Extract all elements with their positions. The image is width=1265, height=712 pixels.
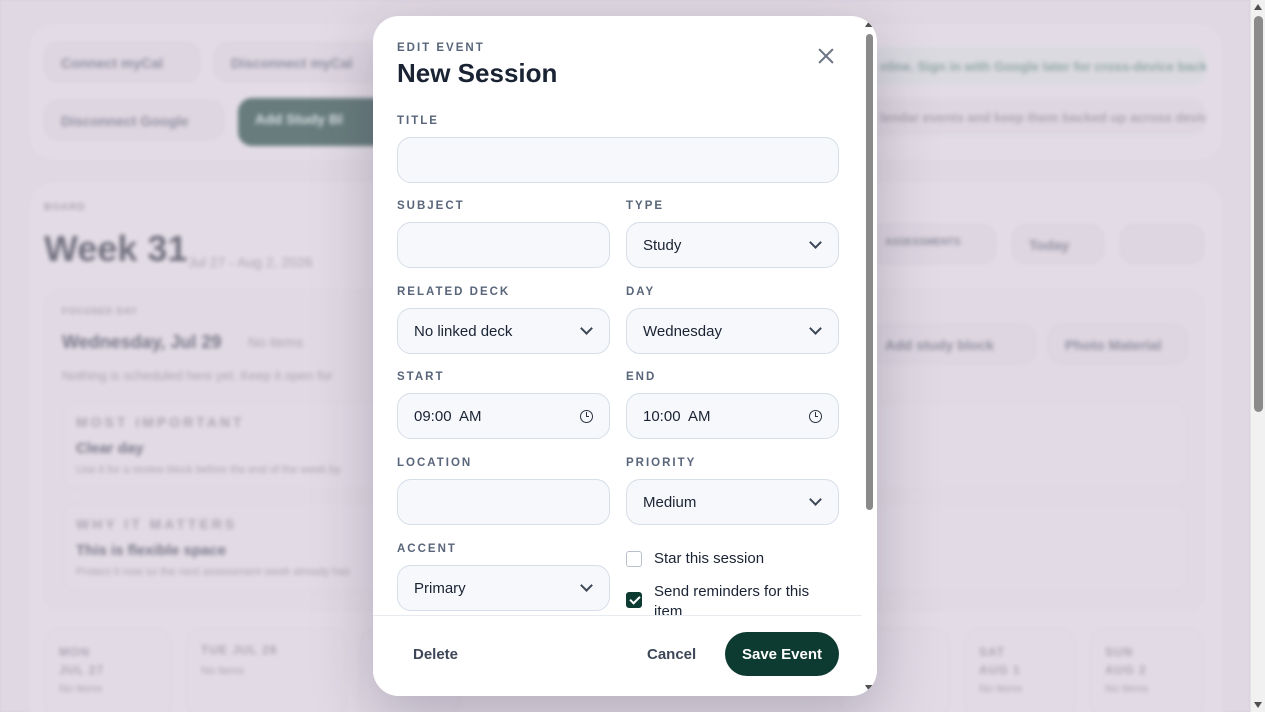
accent-select-value: Primary [414,579,466,597]
chevron-down-icon [580,579,593,592]
modal-scrollbar-thumb[interactable] [866,34,873,510]
modal-title: New Session [397,58,558,88]
page-scrollbar-thumb[interactable] [1254,16,1263,412]
type-label: TYPE [626,200,665,212]
day-select-value: Wednesday [643,322,722,340]
edit-event-modal: EDIT EVENT New Session TITLE SUBJECT TYP… [373,16,877,696]
clock-icon[interactable] [809,409,822,423]
start-time-value: 09:00 AM [414,407,482,425]
title-input[interactable] [397,137,839,183]
chevron-down-icon [809,493,822,506]
chevron-down-icon [809,236,822,249]
subject-input[interactable] [397,222,610,268]
priority-select[interactable]: Medium [626,479,839,525]
type-select-value: Study [643,236,682,254]
priority-label: PRIORITY [626,457,697,469]
location-input[interactable] [397,479,610,525]
modal-footer: Delete Cancel Save Event [373,615,862,696]
accent-select[interactable]: Primary [397,565,610,611]
related-deck-value: No linked deck [414,322,513,340]
star-session-checkbox-row[interactable]: Star this session [626,550,839,567]
subject-label: SUBJECT [397,200,465,212]
related-deck-label: RELATED DECK [397,286,511,298]
end-time-value: 10:00 AM [643,407,711,425]
accent-label: ACCENT [397,543,457,555]
day-select[interactable]: Wednesday [626,308,839,354]
chevron-down-icon [809,322,822,335]
save-event-button[interactable]: Save Event [725,632,839,676]
end-time-input[interactable]: 10:00 AM [626,393,839,439]
related-deck-select[interactable]: No linked deck [397,308,610,354]
location-label: LOCATION [397,457,473,469]
priority-select-value: Medium [643,493,697,511]
cancel-button[interactable]: Cancel [647,646,696,663]
start-label: START [397,371,445,383]
type-select[interactable]: Study [626,222,839,268]
start-time-input[interactable]: 09:00 AM [397,393,610,439]
modal-kicker: EDIT EVENT [397,42,485,54]
star-session-label[interactable]: Star this session [654,550,764,567]
clock-icon[interactable] [580,409,593,423]
title-label: TITLE [397,115,439,127]
day-label: DAY [626,286,656,298]
page-scrollbar[interactable] [1250,0,1265,712]
modal-scrollbar[interactable] [862,16,877,696]
end-label: END [626,371,657,383]
star-session-checkbox[interactable] [626,551,642,567]
scroll-up-arrow-icon[interactable] [865,21,873,27]
close-icon[interactable] [811,41,841,71]
chevron-down-icon [580,322,593,335]
scroll-down-arrow-icon[interactable] [1254,702,1262,708]
reminders-checkbox[interactable] [626,592,642,608]
scroll-up-arrow-icon[interactable] [1254,4,1262,10]
scroll-down-arrow-icon[interactable] [865,685,873,691]
delete-button[interactable]: Delete [413,646,458,663]
